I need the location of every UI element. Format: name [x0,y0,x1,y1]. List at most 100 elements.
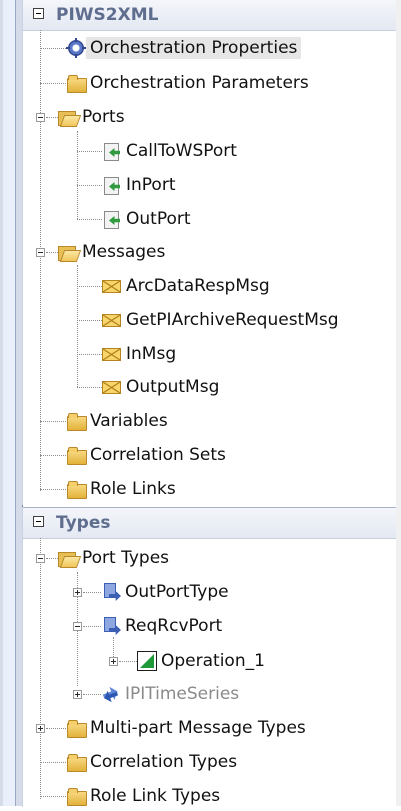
tree-item-getpiarchiverequestmsg[interactable]: GetPIArchiveRequestMsg [102,305,343,335]
types-header[interactable]: Types [23,508,401,539]
port-type-icon [101,684,121,704]
tree-item-inmsg[interactable]: InMsg [102,339,180,369]
tree-item-orchestration-parameters[interactable]: Orchestration Parameters [66,68,313,98]
tree-item-label: Role Link Types [90,786,221,806]
tree-item-outporttype[interactable]: OutPortType [101,577,233,607]
tree-item-role-links[interactable]: Role Links [66,474,180,504]
tree-item-label: InPort [126,175,176,195]
envelope-icon [102,276,122,296]
tree-line [40,762,66,763]
tree-item-calltowsport[interactable]: CallToWSPort [102,136,241,166]
tree-item-correlation-sets[interactable]: Correlation Sets [66,440,230,470]
tree-line [40,796,66,797]
port-icon [102,209,122,229]
tree-item-label: Correlation Sets [90,445,226,465]
tree-line [77,286,102,287]
tree-line [77,185,102,186]
tree-line [40,48,66,49]
gear-icon [66,38,86,58]
tree-item-label: Orchestration Properties [86,37,302,59]
left-panel-edge-inner [3,0,16,806]
expand-multipart-message-types-button[interactable] [36,724,45,733]
tree-item-variables[interactable]: Variables [66,406,172,436]
tree-line [40,421,66,422]
tree-line [77,320,102,321]
tree-line [119,661,137,662]
types-title: Types [56,513,111,533]
tree-item-operation-1[interactable]: Operation_1 [137,646,269,676]
expand-ipitimeseries-button[interactable] [73,690,82,699]
tree-item-label: Variables [90,411,168,431]
tree-line [40,455,66,456]
left-panel-edge [0,0,23,806]
right-edge [396,0,401,806]
envelope-icon [102,377,122,397]
tree-item-reqrcvport[interactable]: ReqRcvPort [101,611,226,641]
folder-icon [66,786,87,806]
tree-line [83,626,101,627]
expand-operation-1-button[interactable] [109,657,118,666]
tree-item-label: OutPort [126,209,191,229]
orchestration-tree-section: PIWS2XML Orchestration Properties Orches… [22,0,401,505]
tree-item-inport[interactable]: InPort [102,170,180,200]
tree-line [83,694,101,695]
envelope-icon [102,310,122,330]
folder-icon [66,479,87,499]
tree-line [40,489,66,490]
folder-icon [66,445,87,465]
operation-icon [137,651,157,671]
collapse-port-types-button[interactable] [36,554,45,563]
folder-icon [66,718,87,738]
port-icon [102,175,122,195]
tree-item-port-types[interactable]: Port Types [58,543,173,573]
tree-line [40,538,41,799]
tree-item-role-link-types[interactable]: Role Link Types [66,781,224,811]
tree-item-label: Ports [82,107,125,127]
tree-item-label: OutputMsg [126,377,220,397]
folder-icon [66,73,87,93]
folder-icon [66,411,87,431]
collapse-messages-button[interactable] [36,248,45,257]
tree-item-messages[interactable]: Messages [58,237,169,267]
tree-line [77,387,102,388]
tree-line [46,558,58,559]
tree-item-outport[interactable]: OutPort [102,204,195,234]
tree-item-orchestration-properties[interactable]: Orchestration Properties [66,33,302,63]
tree-item-ipitimeseries[interactable]: IPITimeSeries [101,679,243,709]
orchestration-header[interactable]: PIWS2XML [23,0,401,31]
open-folder-icon [58,107,78,127]
folder-icon [66,752,87,772]
collapse-orchestration-button[interactable] [33,8,44,19]
tree-item-ports[interactable]: Ports [58,102,129,132]
tree-item-label: Orchestration Parameters [90,73,309,93]
tree-item-label: Messages [82,242,166,262]
tree-line [46,117,58,118]
expand-outporttype-button[interactable] [73,588,82,597]
port-type-icon [101,582,121,602]
collapse-ports-button[interactable] [36,113,45,122]
tree-line [83,592,101,593]
tree-item-multipart-message-types[interactable]: Multi-part Message Types [66,713,310,743]
tree-line [46,728,66,729]
tree-item-label: ArcDataRespMsg [126,276,270,296]
envelope-icon [102,344,122,364]
tree-item-label: IPITimeSeries [125,684,240,704]
tree-line [77,131,78,219]
tree-item-label: GetPIArchiveRequestMsg [126,310,339,330]
tree-item-label: Role Links [90,479,176,499]
tree-line [40,83,66,84]
tree-item-label: InMsg [126,344,177,364]
tree-item-outputmsg[interactable]: OutputMsg [102,372,223,402]
tree-line [77,354,102,355]
tree-item-correlation-types[interactable]: Correlation Types [66,747,241,777]
tree-item-label: Multi-part Message Types [90,718,306,738]
tree-item-label: ReqRcvPort [125,616,223,636]
port-type-icon [101,616,121,636]
collapse-reqrcvport-button[interactable] [73,622,82,631]
tree-item-label: Operation_1 [161,651,265,671]
port-icon [102,141,122,161]
tree-line [77,219,102,220]
tree-item-arcdatarespmsg[interactable]: ArcDataRespMsg [102,271,274,301]
collapse-types-button[interactable] [33,516,44,527]
open-folder-icon [58,242,78,262]
